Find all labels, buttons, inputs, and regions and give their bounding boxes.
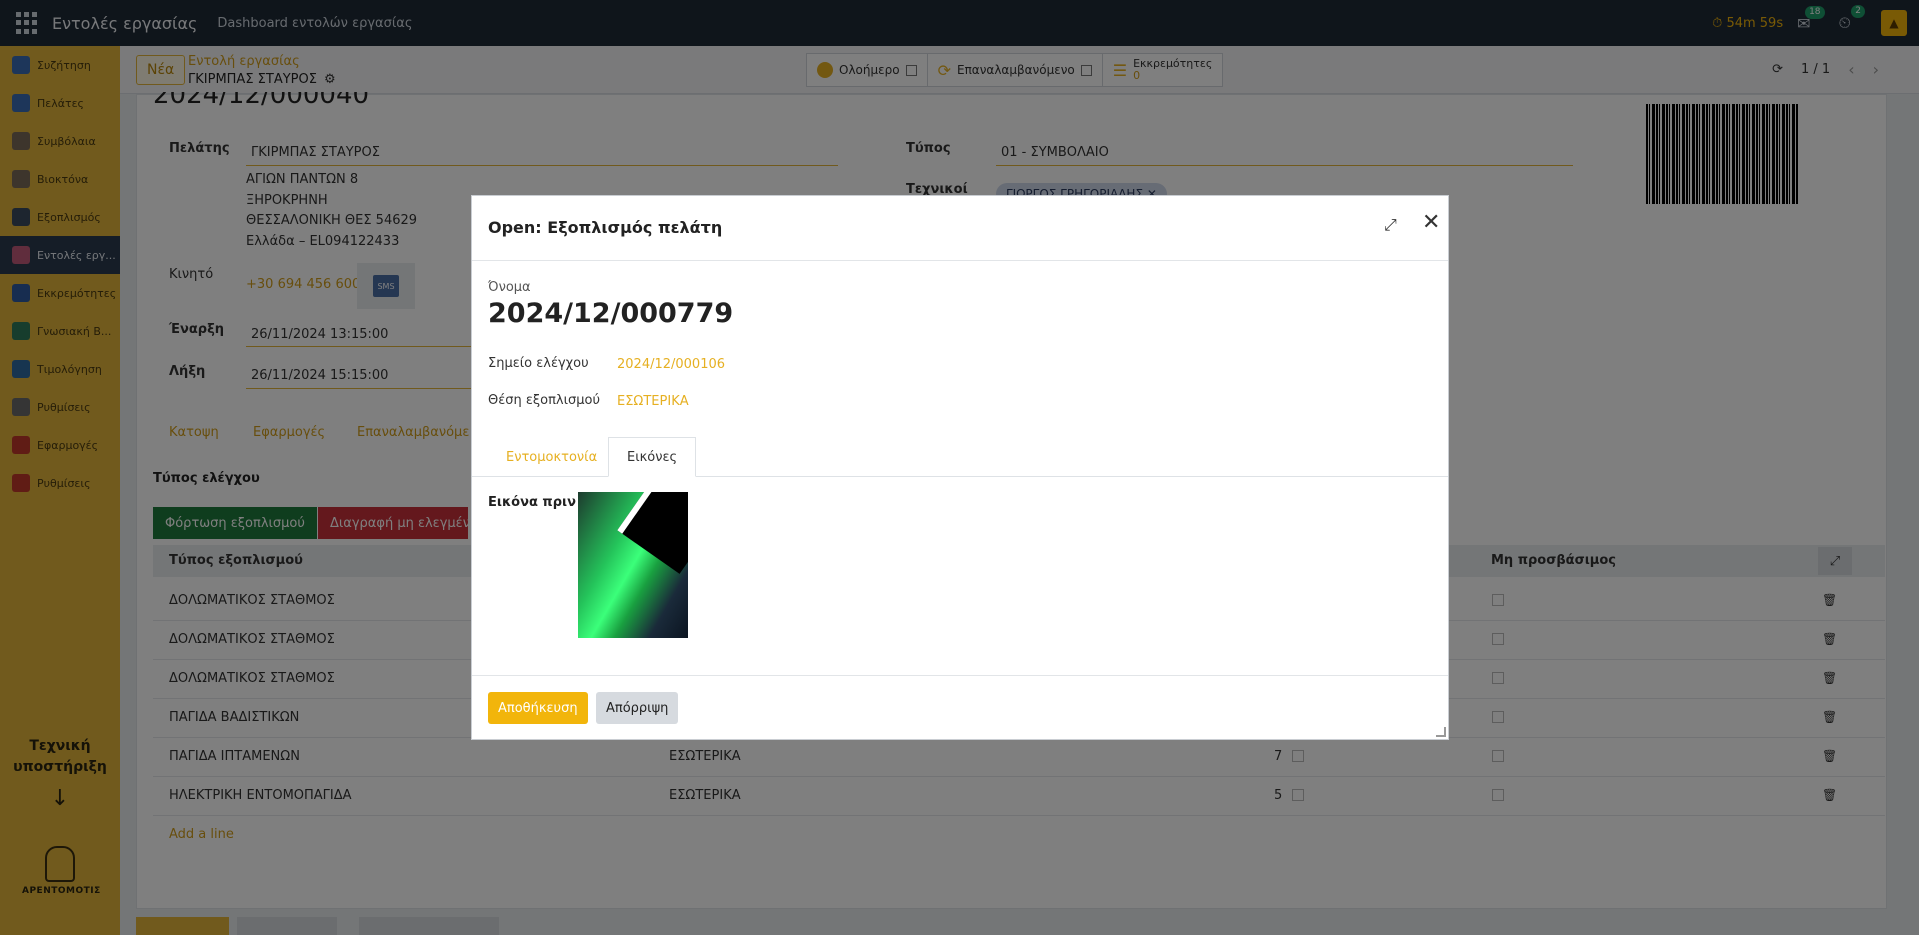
tab-insecticide[interactable]: Εντομοκτονία xyxy=(488,437,615,477)
image-before[interactable] xyxy=(578,492,688,638)
name-label: Όνομα xyxy=(488,280,531,295)
name-field[interactable]: 2024/12/000779 xyxy=(488,298,733,329)
modal-header: Open: Εξοπλισμός πελάτη ⤢ ✕ xyxy=(472,196,1448,261)
image-before-label: Εικόνα πριν xyxy=(488,495,576,510)
discard-button[interactable]: Απόρριψη xyxy=(596,692,679,724)
modal-footer-line xyxy=(472,675,1448,676)
modal-title: Open: Εξοπλισμός πελάτη xyxy=(488,218,723,237)
position-link[interactable]: ΕΣΩΤΕΡΙΚΑ xyxy=(617,394,689,409)
checkpoint-label: Σημείο ελέγχου xyxy=(488,356,589,371)
save-button[interactable]: Αποθήκευση xyxy=(488,692,588,724)
resize-handle[interactable] xyxy=(1436,727,1446,737)
tab-images[interactable]: Εικόνες xyxy=(608,437,697,477)
expand-icon[interactable]: ⤢ xyxy=(1384,215,1397,235)
checkpoint-link[interactable]: 2024/12/000106 xyxy=(617,357,725,372)
position-label: Θέση εξοπλισμού xyxy=(488,393,601,408)
equipment-dialog: Open: Εξοπλισμός πελάτη ⤢ ✕ Όνομα 2024/1… xyxy=(471,195,1449,740)
close-icon[interactable]: ✕ xyxy=(1422,210,1440,235)
